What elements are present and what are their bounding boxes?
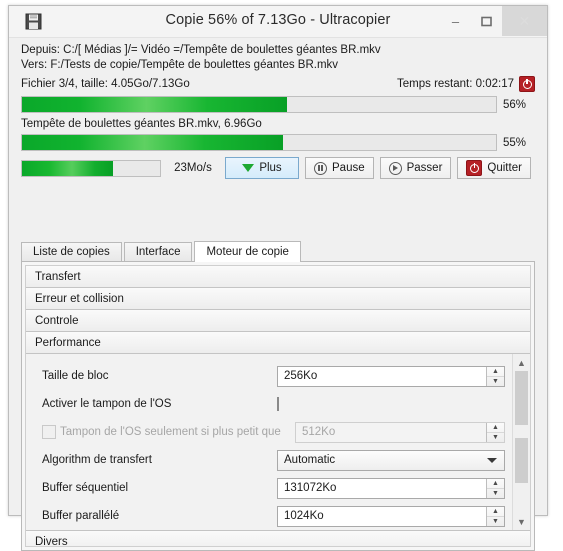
performance-section-body: Taille de bloc 256Ko ▲ ▼ Activer le tampo… — [26, 354, 530, 531]
field-label: Activer le tampon de l'OS — [42, 398, 172, 410]
skip-button-label: Passer — [406, 162, 443, 174]
plus-button[interactable]: Plus — [225, 157, 299, 179]
field-buffer-sequentiel: Buffer séquentiel 131072Ko ▲ ▼ — [42, 474, 505, 502]
field-label: Tampon de l'OS seulement si plus petit q… — [42, 424, 295, 439]
field-tampon-os-si-plus-petit: Tampon de l'OS seulement si plus petit q… — [42, 418, 505, 446]
spinner-value: 512Ko — [302, 426, 336, 438]
maximize-icon[interactable] — [471, 6, 502, 36]
pause-icon — [314, 161, 327, 175]
close-button[interactable]: ✕ — [502, 6, 547, 36]
performance-fields: Taille de bloc 256Ko ▲ ▼ Activer le tampo… — [26, 354, 513, 530]
spinner-buttons[interactable]: ▲▼ — [486, 478, 504, 498]
title-bar: Copie 56% of 7.13Go - Ultracopier – ✕ — [9, 6, 547, 38]
action-bar: 23Mo/s Plus Pause Passer Quitter — [21, 157, 535, 179]
field-label: Buffer séquentiel — [42, 482, 129, 494]
spinner-down-icon: ▼ — [492, 377, 499, 385]
field-clipped-row: ▲▼ — [42, 530, 505, 531]
spinner-buttons[interactable]: ▲▼ — [486, 366, 504, 386]
spinner-down-icon: ▼ — [492, 489, 499, 497]
block-size-spinner[interactable]: 256Ko ▲ ▼ — [277, 365, 505, 387]
transfer-algorithm-select[interactable]: Automatic — [277, 449, 505, 471]
spinner-up-icon: ▲ — [487, 367, 504, 377]
power-icon[interactable] — [519, 76, 535, 92]
triangle-down-icon — [242, 164, 255, 172]
remaining-time: Temps restant: 0:02:17 — [397, 77, 514, 90]
spinner-buttons[interactable]: ▲▼ — [486, 530, 504, 531]
current-progress-percent: 55% — [503, 136, 527, 149]
minimize-button[interactable]: – — [440, 6, 471, 36]
field-label: Taille de bloc — [42, 370, 109, 382]
pause-button-label: Pause — [332, 162, 365, 174]
quit-button-label: Quitter — [487, 162, 522, 174]
speed-bar — [21, 159, 161, 177]
options-panel-inner: Transfert Erreur et collision Controle P… — [25, 265, 531, 547]
scroll-track[interactable] — [513, 371, 530, 513]
field-activer-tampon-os: Activer le tampon de l'OS — [42, 390, 505, 418]
field-label: Buffer parallélé — [42, 510, 120, 522]
os-buffer-limit-spinner: 512Ko ▲ ▼ — [295, 421, 505, 443]
spinner-value — [278, 530, 486, 531]
options-panel: Transfert Erreur et collision Controle P… — [21, 261, 535, 551]
section-performance[interactable]: Performance — [26, 332, 530, 354]
skip-button[interactable]: Passer — [379, 157, 452, 179]
field-label: Algorithm de transfert — [42, 454, 152, 466]
field-taille-de-bloc: Taille de bloc 256Ko ▲ ▼ — [42, 362, 505, 390]
spinner-up-icon: ▲ — [487, 423, 504, 433]
tab-bar: Liste de copies Interface Moteur de copi… — [21, 240, 547, 262]
total-progress-row: 56% — [21, 96, 535, 113]
spinner-up-icon: ▲ — [487, 530, 504, 531]
select-value: Automatic — [284, 454, 336, 466]
source-path: Depuis: C:/[ Médias ]/= Vidéo =/Tempête … — [21, 44, 381, 56]
remaining-time-group: Temps restant: 0:02:17 — [397, 76, 535, 92]
sequential-buffer-spinner[interactable]: 131072Ko ▲ ▼ — [277, 477, 505, 499]
ultracopier-window: Copie 56% of 7.13Go - Ultracopier – ✕ De… — [8, 5, 548, 551]
os-buffer-limit-checkbox — [42, 424, 56, 439]
field-buffer-parallele: Buffer parallélé 1024Ko ▲ ▼ — [42, 502, 505, 530]
current-progress-row: 55% — [21, 134, 535, 151]
scroll-down-icon[interactable]: ▼ — [513, 513, 530, 530]
file-status-row: Fichier 3/4, taille: 4.05Go/7.13Go Temps… — [21, 76, 535, 92]
field-label-text: Tampon de l'OS seulement si plus petit q… — [60, 426, 281, 438]
scroll-up-icon[interactable]: ▲ — [513, 354, 530, 371]
plus-button-label: Plus — [259, 162, 282, 174]
total-progress-bar — [21, 96, 497, 113]
current-file-label: Tempête de boulettes géantes BR.mkv, 6.9… — [21, 118, 262, 130]
skip-icon — [388, 161, 402, 175]
transfer-info: Depuis: C:/[ Médias ]/= Vidéo =/Tempête … — [9, 37, 547, 179]
section-transfert[interactable]: Transfert — [26, 266, 530, 288]
spinner-value: 1024Ko — [284, 510, 324, 522]
chevron-down-icon — [487, 457, 497, 463]
spinner-down-icon: ▼ — [492, 433, 499, 441]
power-icon — [466, 160, 483, 176]
spinner-up-icon: ▲ — [487, 479, 504, 489]
spinner-up-icon: ▲ — [487, 507, 504, 517]
section-divers[interactable]: Divers — [26, 531, 530, 546]
clipped-spinner[interactable]: ▲▼ — [277, 530, 505, 531]
speed-label: 23Mo/s — [174, 162, 212, 174]
spinner-value: 256Ko — [284, 370, 318, 382]
spinner-down-icon: ▼ — [492, 517, 499, 525]
section-controle[interactable]: Controle — [26, 310, 530, 332]
window-controls: – ✕ — [440, 6, 547, 36]
spinner-buttons: ▲ ▼ — [486, 422, 504, 442]
tab-moteur-de-copie[interactable]: Moteur de copie — [194, 241, 301, 262]
spinner-buttons[interactable]: ▲▼ — [486, 506, 504, 526]
file-count-size: Fichier 3/4, taille: 4.05Go/7.13Go — [21, 77, 190, 90]
field-algorithm-de-transfert: Algorithm de transfert Automatic — [42, 446, 505, 474]
os-buffer-checkbox[interactable] — [277, 397, 279, 411]
pause-button[interactable]: Pause — [305, 157, 374, 179]
tab-interface[interactable]: Interface — [123, 242, 193, 261]
total-progress-percent: 56% — [503, 98, 527, 111]
quit-button[interactable]: Quitter — [457, 157, 531, 179]
current-progress-bar — [21, 134, 497, 151]
destination-path: Vers: F:/Tests de copie/Tempête de boule… — [21, 59, 339, 71]
spinner-value: 131072Ko — [284, 482, 337, 494]
options-scrollbar[interactable]: ▲ ▼ — [512, 354, 530, 530]
section-erreur-et-collision[interactable]: Erreur et collision — [26, 288, 530, 310]
scroll-thumb[interactable] — [515, 371, 528, 483]
tab-liste-de-copies[interactable]: Liste de copies — [21, 242, 122, 261]
parallel-buffer-spinner[interactable]: 1024Ko ▲ ▼ — [277, 505, 505, 527]
